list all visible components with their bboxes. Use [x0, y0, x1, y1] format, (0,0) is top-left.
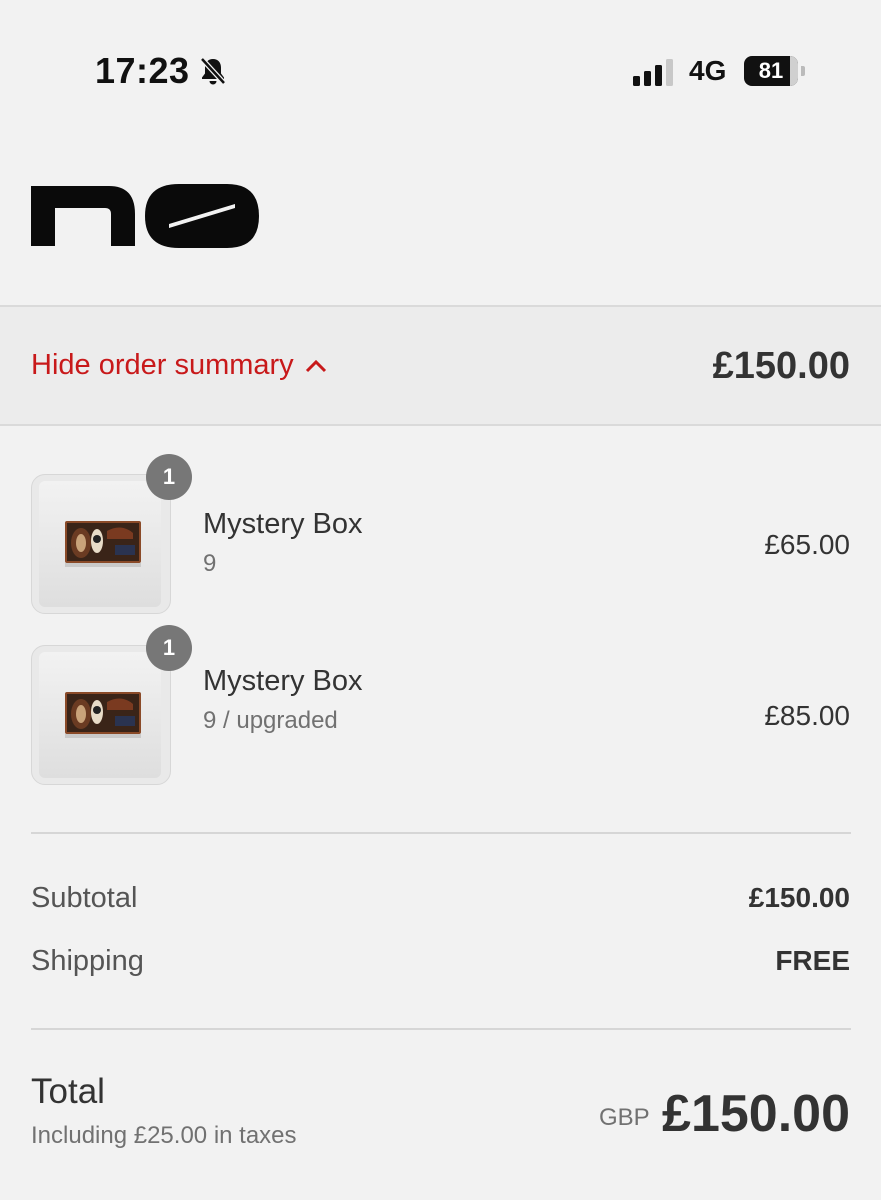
shipping-value: FREE: [775, 945, 850, 976]
hide-order-summary-toggle[interactable]: Hide order summary: [31, 349, 328, 382]
mystery-box-image: [65, 521, 141, 567]
product-name: Mystery Box: [203, 508, 363, 540]
status-time: 17:23: [95, 50, 190, 91]
product-price: £85.00: [764, 700, 850, 731]
quantity-badge: 1: [146, 454, 192, 500]
total-label: Total: [31, 1072, 105, 1111]
hide-order-summary-label[interactable]: Hide order summary: [31, 349, 294, 382]
product-variant: 9 / upgraded: [203, 707, 338, 734]
product-thumbnail: [31, 474, 171, 614]
bell-muted-icon: [200, 57, 226, 85]
line-item: 1 Mystery Box 9 / upgraded £85.00: [0, 625, 881, 787]
tax-note: Including £25.00 in taxes: [31, 1122, 297, 1149]
summary-total-price: £150.00: [712, 345, 850, 387]
product-price: £65.00: [764, 529, 850, 560]
subtotal-value: £150.00: [748, 882, 850, 913]
divider: [31, 832, 851, 834]
line-item: 1 Mystery Box 9 £65.00: [0, 454, 881, 616]
status-bar: 17:23 4G 81: [0, 0, 881, 140]
shipping-label: Shipping: [31, 945, 144, 977]
chevron-up-icon[interactable]: [304, 358, 328, 374]
subtotal-label: Subtotal: [31, 882, 138, 914]
order-summary-bar[interactable]: Hide order summary £150.00: [0, 305, 881, 426]
network-type: 4G: [689, 55, 727, 86]
product-variant: 9: [203, 550, 217, 577]
product-thumbnail: [31, 645, 171, 785]
signal-icon: [633, 59, 673, 86]
battery-icon: 81: [744, 56, 806, 86]
currency-code: GBP: [599, 1104, 650, 1131]
divider: [31, 1028, 851, 1030]
mystery-box-image: [65, 692, 141, 738]
battery-level: 81: [758, 58, 784, 83]
grand-total: £150.00: [662, 1085, 850, 1143]
product-name: Mystery Box: [203, 665, 363, 697]
quantity-badge: 1: [146, 625, 192, 671]
brand-logo[interactable]: [31, 184, 259, 248]
